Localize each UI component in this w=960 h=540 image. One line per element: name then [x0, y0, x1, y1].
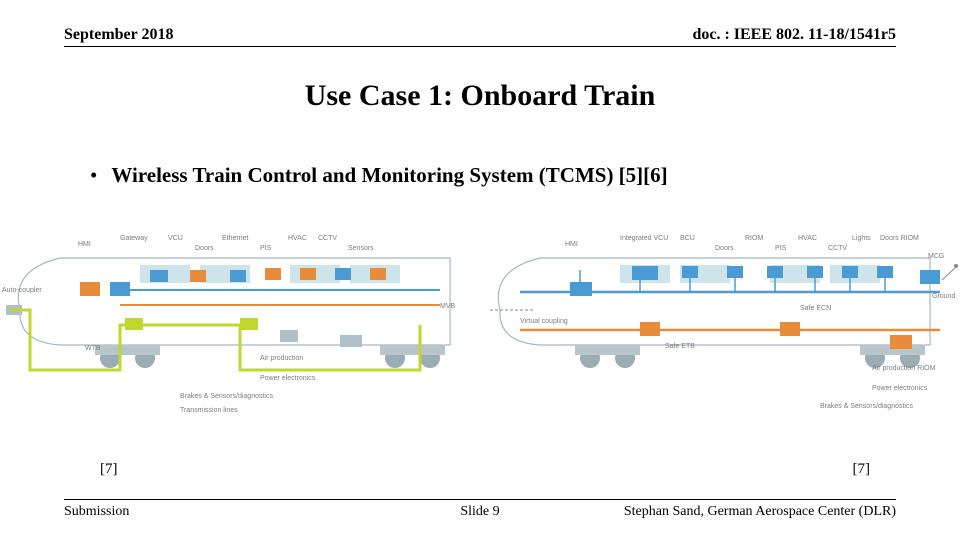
- svg-text:HVAC: HVAC: [288, 235, 307, 242]
- svg-text:PIS: PIS: [775, 245, 787, 252]
- svg-text:PIS: PIS: [260, 245, 272, 252]
- footer-rule: [64, 499, 896, 500]
- svg-text:Air production RIOM: Air production RIOM: [872, 365, 936, 372]
- svg-text:HVAC: HVAC: [798, 235, 817, 242]
- svg-text:Power electronics: Power electronics: [260, 375, 316, 382]
- svg-text:Lights: Lights: [852, 235, 871, 242]
- svg-text:HMI: HMI: [78, 241, 91, 248]
- figure-captions: [7] [7]: [0, 461, 960, 478]
- svg-text:Sensors: Sensors: [348, 245, 374, 252]
- bullet-item: • Wireless Train Control and Monitoring …: [0, 163, 960, 188]
- svg-text:BCU: BCU: [680, 235, 695, 242]
- svg-text:HMI: HMI: [565, 241, 578, 248]
- svg-text:Brakes & Sensors/diagnostics: Brakes & Sensors/diagnostics: [820, 403, 913, 410]
- train-diagram-left-icon: HMI Gateway VCU Doors Ethernet PIS HVAC …: [0, 210, 480, 430]
- svg-text:Ethernet: Ethernet: [222, 235, 249, 242]
- train-diagram-right-icon: HMI Integrated VCU BCU Doors RIOM PIS HV…: [480, 210, 960, 430]
- header-doc-id: doc. : IEEE 802. 11-18/1541r5: [692, 26, 896, 44]
- figure-area: HMI Gateway VCU Doors Ethernet PIS HVAC …: [0, 210, 960, 430]
- svg-text:RIOM: RIOM: [745, 235, 763, 242]
- svg-text:CCTV: CCTV: [318, 235, 337, 242]
- slide-title: Use Case 1: Onboard Train: [0, 79, 960, 113]
- slide-header: September 2018 doc. : IEEE 802. 11-18/15…: [0, 0, 960, 44]
- svg-text:Doors RIOM: Doors RIOM: [880, 235, 919, 242]
- svg-text:MVB: MVB: [440, 303, 456, 310]
- svg-text:Gateway: Gateway: [120, 235, 148, 242]
- footer-left: Submission: [64, 504, 129, 520]
- svg-text:Integrated VCU: Integrated VCU: [620, 235, 668, 242]
- header-rule: [64, 46, 896, 47]
- svg-text:VCU: VCU: [168, 235, 183, 242]
- figure-left: HMI Gateway VCU Doors Ethernet PIS HVAC …: [0, 210, 480, 430]
- svg-text:Transmission lines: Transmission lines: [180, 407, 238, 414]
- svg-text:Brakes & Sensors/diagnostics: Brakes & Sensors/diagnostics: [180, 393, 273, 400]
- svg-text:Safe ECN: Safe ECN: [800, 305, 831, 312]
- header-date: September 2018: [64, 26, 173, 44]
- svg-text:CCTV: CCTV: [828, 245, 847, 252]
- svg-text:Air production: Air production: [260, 355, 303, 362]
- svg-text:Power electronics: Power electronics: [872, 385, 928, 392]
- footer-slide-number: Slide 9: [460, 504, 499, 520]
- svg-text:Virtual coupling: Virtual coupling: [520, 318, 568, 325]
- slide-footer: Submission Slide 9 Stephan Sand, German …: [64, 504, 896, 520]
- footer-author: Stephan Sand, German Aerospace Center (D…: [624, 504, 896, 520]
- svg-text:Doors: Doors: [195, 245, 214, 252]
- svg-text:Ground: Ground: [932, 293, 955, 300]
- svg-text:Doors: Doors: [715, 245, 734, 252]
- svg-text:MCG: MCG: [928, 253, 944, 260]
- figure-right-caption: [7]: [853, 461, 871, 478]
- figure-left-caption: [7]: [100, 461, 118, 478]
- svg-text:WTB: WTB: [85, 345, 101, 352]
- svg-text:Safe ETB: Safe ETB: [665, 343, 695, 350]
- svg-text:Auto-coupler: Auto-coupler: [2, 287, 42, 294]
- bullet-text: Wireless Train Control and Monitoring Sy…: [111, 163, 667, 188]
- figure-right: HMI Integrated VCU BCU Doors RIOM PIS HV…: [480, 210, 960, 430]
- bullet-marker: •: [90, 163, 97, 188]
